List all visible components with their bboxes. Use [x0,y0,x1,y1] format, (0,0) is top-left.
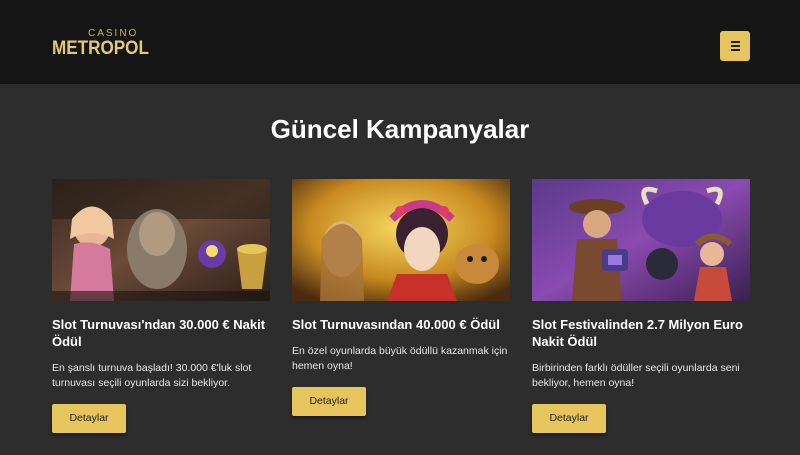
page-title: Güncel Kampanyalar [270,114,530,144]
details-button[interactable]: Detaylar [532,404,606,433]
campaign-image-slot-tournament-40000[interactable] [292,179,510,301]
campaign-title: Slot Festivalinden 2.7 Milyon Euro Nakit… [532,317,743,349]
campaign-title: Slot Turnuvasından 40.000 € Ödül [292,317,500,332]
campaign-title: Slot Turnuvası'ndan 30.000 € Nakit Ödül [52,317,266,349]
details-button[interactable]: Detaylar [52,404,126,433]
site-header: CASINO METROPOL [0,0,800,84]
logo-main-text: METROPOL [52,38,149,59]
details-button[interactable]: Detaylar [292,387,366,416]
campaign-description: Birbirinden farklı ödüller seçili oyunla… [532,362,740,389]
menu-button[interactable] [720,31,750,61]
campaign-description: En şanslı turnuva başladı! 30.000 €'luk … [52,362,252,389]
casino-metropol-logo[interactable]: CASINO METROPOL [52,28,152,60]
campaign-image-slot-tournament[interactable] [52,179,270,301]
campaign-description: En özel oyunlarda büyük ödüllü kazanmak … [292,345,508,372]
campaign-image-slot-festival[interactable] [532,179,750,301]
